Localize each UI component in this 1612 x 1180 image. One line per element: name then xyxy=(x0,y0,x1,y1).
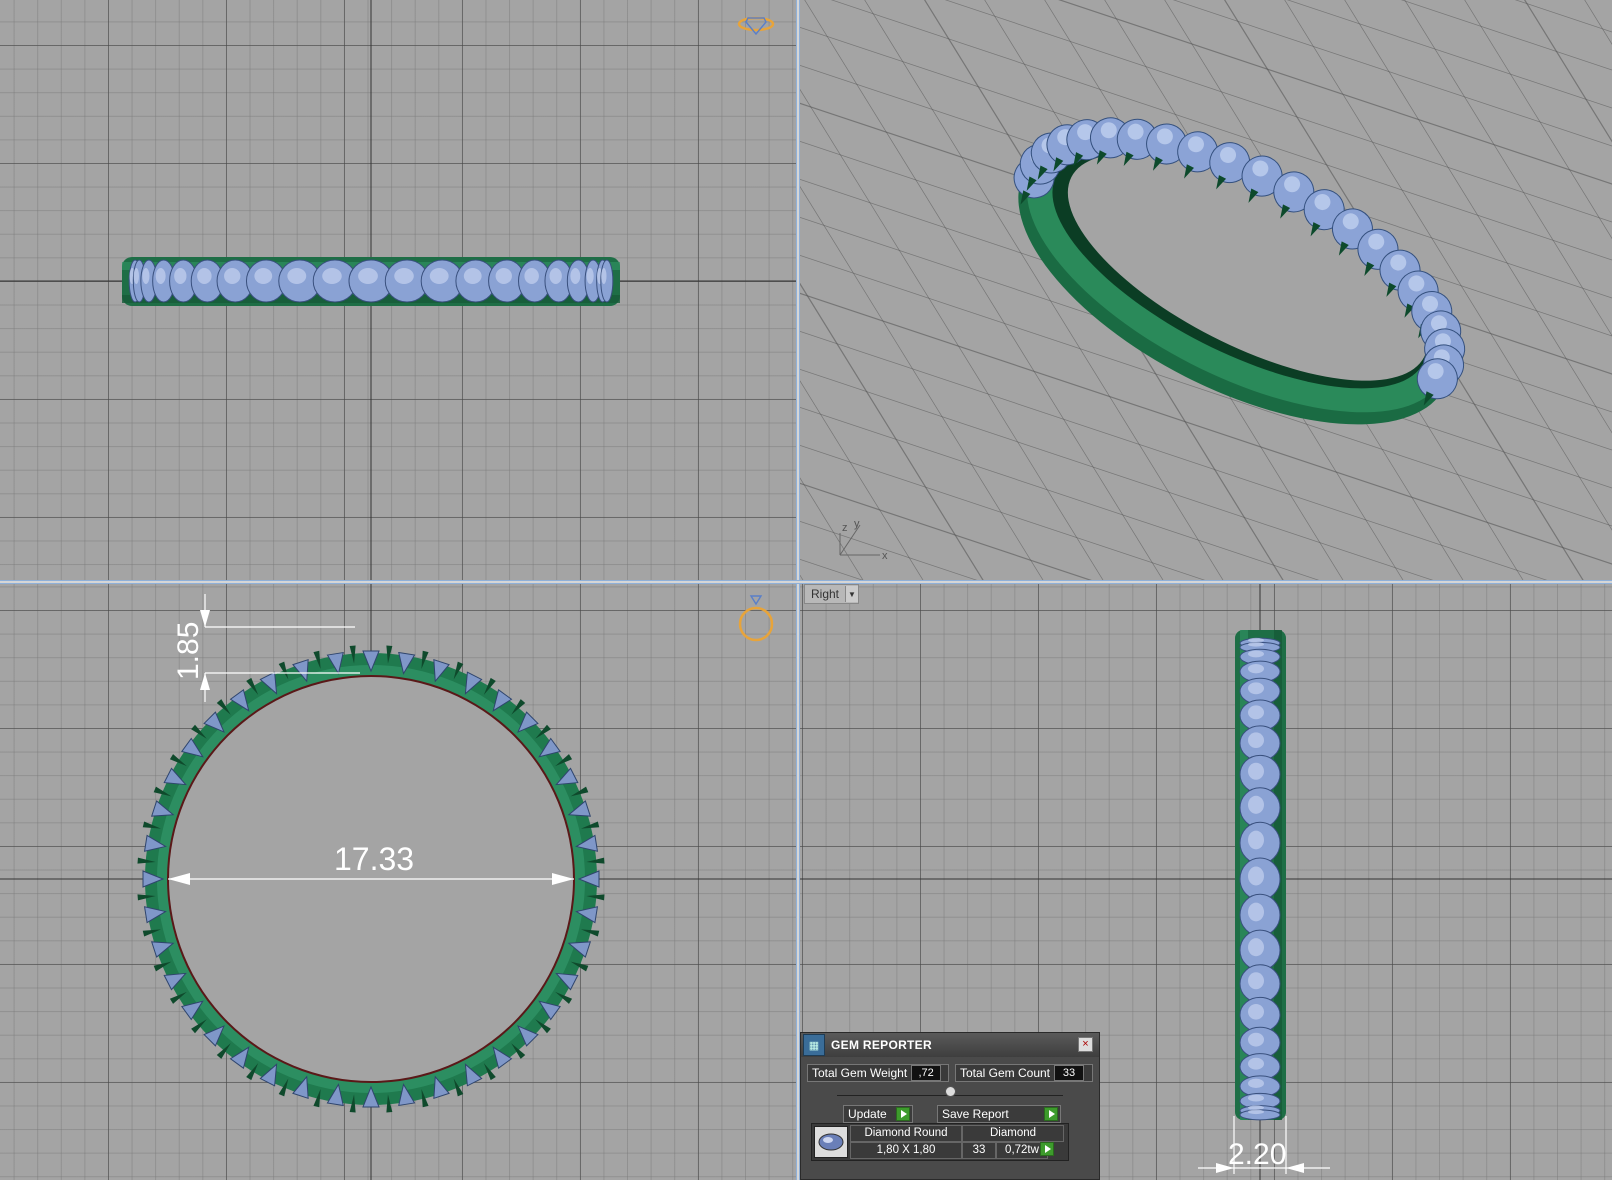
total-count-label: Total Gem Count xyxy=(959,1066,1051,1080)
gem-reporter-titlebar[interactable]: ▦ GEM REPORTER × xyxy=(801,1033,1099,1057)
band-height-value: 1.85 xyxy=(172,622,205,680)
save-report-button[interactable]: Save Report xyxy=(937,1105,1061,1123)
view-selector-label: Right xyxy=(811,587,840,601)
update-button[interactable]: Update xyxy=(843,1105,913,1123)
viewport-divider-vertical[interactable] xyxy=(796,0,800,1180)
band-width-value: 2.20 xyxy=(1228,1138,1286,1171)
play-icon[interactable] xyxy=(1044,1107,1058,1121)
splitter-knob[interactable] xyxy=(945,1086,956,1097)
view-cube-icon xyxy=(737,16,775,36)
panel-splitter[interactable] xyxy=(837,1086,1063,1097)
chevron-down-icon[interactable]: ▼ xyxy=(845,586,859,602)
gem-cut-cell: Diamond Round xyxy=(850,1125,962,1142)
total-weight-label: Total Gem Weight xyxy=(812,1066,908,1080)
gem-reporter-title: GEM REPORTER xyxy=(831,1038,932,1052)
view-cube-icon xyxy=(738,595,774,642)
play-icon[interactable] xyxy=(1040,1142,1054,1156)
viewport-divider-horizontal[interactable] xyxy=(0,580,1612,584)
save-report-label: Save Report xyxy=(942,1107,1009,1121)
gem-reporter-panel: ▦ GEM REPORTER × Total Gem Weight ,72 To… xyxy=(800,1032,1100,1180)
view-selector[interactable]: Right ▼ xyxy=(804,584,860,604)
gem-reporter-icon: ▦ xyxy=(803,1034,825,1056)
axis-y-label: y xyxy=(854,518,860,530)
total-weight-value: ,72 xyxy=(911,1065,942,1081)
viewport-front[interactable]: 1.85 17.33 xyxy=(0,584,796,1180)
front-view-canvas: 1.85 17.33 xyxy=(0,584,796,1180)
dimension-band-width: 2.20 xyxy=(1198,1116,1330,1174)
axis-x-label: x xyxy=(882,550,888,562)
gem-material-cell: Diamond xyxy=(962,1125,1064,1142)
total-count-field: Total Gem Count 33 xyxy=(954,1064,1093,1082)
axis-z-label: z xyxy=(842,522,848,534)
close-icon[interactable]: × xyxy=(1078,1037,1093,1052)
top-gem-row xyxy=(128,259,614,303)
actions-row: Update Save Report xyxy=(807,1104,1093,1124)
totals-row: Total Gem Weight ,72 Total Gem Count 33 xyxy=(807,1063,1093,1083)
side-gem-column xyxy=(1239,637,1281,1121)
ring-perspective xyxy=(1013,117,1466,425)
viewport-top[interactable] xyxy=(0,0,796,580)
total-count-value: 33 xyxy=(1054,1065,1085,1081)
gem-thumbnail xyxy=(814,1126,848,1158)
top-view-canvas xyxy=(0,0,796,580)
inner-diameter-value: 17.33 xyxy=(334,841,414,877)
axis-triad-icon: z y x xyxy=(839,518,888,562)
gem-size-cell: 1,80 X 1,80 xyxy=(850,1142,962,1159)
total-weight-field: Total Gem Weight ,72 xyxy=(807,1064,949,1082)
viewport-perspective[interactable]: z y x xyxy=(800,0,1612,580)
update-label: Update xyxy=(848,1107,887,1121)
play-icon[interactable] xyxy=(896,1107,910,1121)
round-diamond-icon xyxy=(818,1133,844,1151)
gem-count-cell: 33 xyxy=(962,1142,996,1159)
perspective-canvas: z y x xyxy=(800,0,1612,580)
gem-list-row[interactable]: Diamond Round Diamond 1,80 X 1,80 33 0,7… xyxy=(811,1123,1069,1161)
